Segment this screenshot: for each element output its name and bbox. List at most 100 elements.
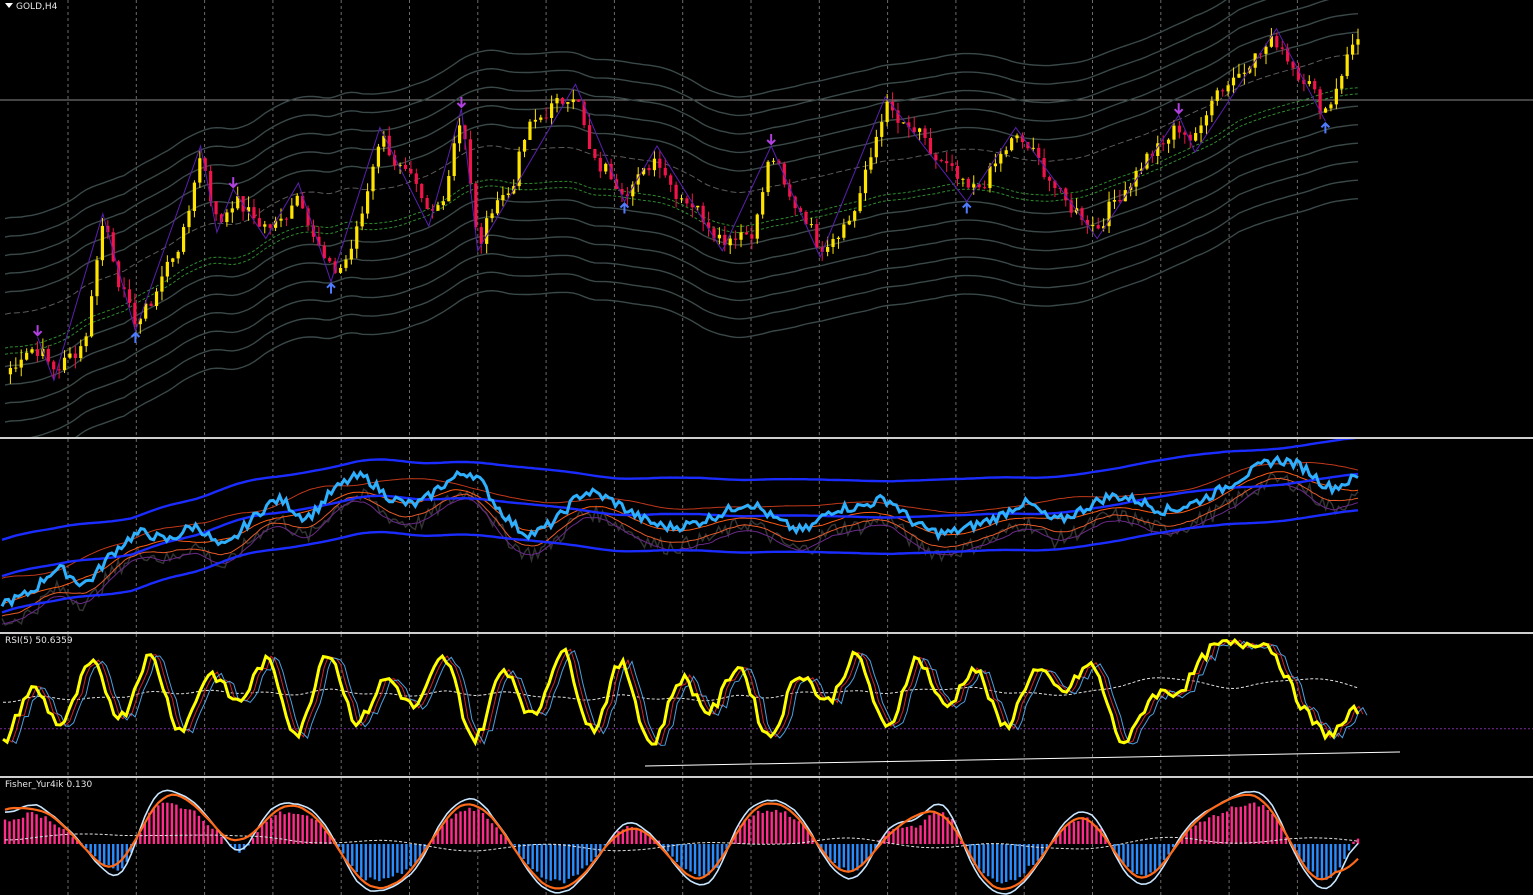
candle-body xyxy=(447,176,451,202)
fisher-bar-positive xyxy=(1271,813,1274,844)
fisher-bar-positive xyxy=(310,818,313,844)
candle-body xyxy=(366,191,370,214)
candle-body xyxy=(230,208,234,213)
candle-body xyxy=(734,238,738,240)
candle-body xyxy=(214,201,218,215)
candle-body xyxy=(685,198,689,204)
fisher-bar-negative xyxy=(1018,844,1021,878)
candle-body xyxy=(604,163,608,172)
price-pane[interactable]: GOLD,H4 xyxy=(0,0,1533,437)
envelope-band xyxy=(29,179,1359,437)
fisher-bar-negative xyxy=(590,844,593,862)
fisher-bar-positive xyxy=(495,827,498,844)
fisher-bar-negative xyxy=(405,844,408,870)
candle-body xyxy=(52,361,56,370)
fisher-bar-positive xyxy=(175,804,178,844)
candle-body xyxy=(290,205,294,219)
envelope-band xyxy=(4,0,1330,257)
candle-body xyxy=(176,251,180,259)
fisher-bar-negative xyxy=(540,844,543,878)
candle-body xyxy=(501,194,505,201)
candle-body xyxy=(555,98,559,104)
fisher-bar-negative xyxy=(364,844,367,881)
fisher-bar-positive xyxy=(66,831,70,844)
candle-body xyxy=(831,238,835,248)
candle-body xyxy=(836,237,841,239)
fisher-bar-positive xyxy=(1189,828,1193,844)
candle-body xyxy=(934,154,938,161)
fisher-bar-positive xyxy=(937,813,940,844)
fisher-bar-positive xyxy=(1284,837,1288,844)
candle-body xyxy=(19,359,23,368)
candle-body xyxy=(669,175,673,185)
fisher-bar-positive xyxy=(779,812,782,844)
candle-body xyxy=(674,184,678,199)
fisher-bar-positive xyxy=(481,812,485,844)
triangle-down-icon[interactable] xyxy=(5,3,13,8)
candle-body xyxy=(25,352,29,360)
fisher-bar-negative xyxy=(522,844,525,859)
fisher-bar-positive xyxy=(932,812,936,844)
candle-body xyxy=(999,154,1003,164)
fisher-bar-positive xyxy=(1194,825,1197,844)
candle-body xyxy=(755,214,759,239)
candle-body xyxy=(1350,44,1355,55)
candle-body xyxy=(73,353,77,359)
candle-body xyxy=(127,289,132,303)
candle-body xyxy=(1015,135,1019,139)
fisher-bar-negative xyxy=(554,844,557,880)
fisher-bar-positive xyxy=(765,810,769,844)
fisher-bar-positive xyxy=(188,809,192,844)
fisher-bar-positive xyxy=(928,815,931,844)
fisher-bar-positive xyxy=(923,819,927,844)
envelope-band xyxy=(4,124,1359,386)
fisher-bar-positive xyxy=(459,811,462,844)
candle-body xyxy=(295,195,299,206)
candle-body xyxy=(149,303,153,306)
fisher-bar-positive xyxy=(26,812,29,844)
candle-body xyxy=(1242,72,1246,74)
candle-body xyxy=(1194,133,1198,141)
candle-body xyxy=(349,248,353,260)
candle-body xyxy=(355,226,359,249)
fisher-bar-negative xyxy=(387,844,390,879)
candle-body xyxy=(966,178,970,188)
candle-body xyxy=(1356,39,1360,45)
fisher-bar-positive xyxy=(472,810,476,844)
candle-body xyxy=(1166,139,1171,144)
candle-body xyxy=(533,119,537,122)
blue-envelope xyxy=(1,509,1359,614)
symbol-label[interactable]: GOLD,H4 xyxy=(5,2,57,12)
fisher-bar-negative xyxy=(1000,844,1003,884)
oscillator-pane[interactable] xyxy=(0,439,1533,632)
fisher-bar-negative xyxy=(1347,844,1351,851)
candle-body xyxy=(593,148,597,158)
fisher-bar-negative xyxy=(1023,844,1026,874)
candle-body xyxy=(1091,225,1095,227)
candle-body xyxy=(1172,125,1176,140)
fisher-bar-positive xyxy=(1090,822,1094,844)
candle-body xyxy=(1096,225,1100,229)
candle-body xyxy=(198,158,202,183)
fisher-pane[interactable]: Fisher_Yur4ik 0.130 xyxy=(0,778,1533,895)
fisher-bar-positive xyxy=(274,815,277,844)
candle-body xyxy=(30,349,34,353)
fisher-bar-positive xyxy=(1230,806,1233,844)
candle-body xyxy=(360,213,364,227)
fisher-bar-positive xyxy=(1077,821,1080,844)
fisher-bar-negative xyxy=(1005,844,1008,882)
candle-body xyxy=(815,224,819,248)
fisher-bar-positive xyxy=(477,809,480,844)
price-chart[interactable] xyxy=(0,0,1533,437)
fisher-bar-negative xyxy=(549,844,552,881)
candle-body xyxy=(1210,100,1214,116)
candle-body xyxy=(1231,77,1236,86)
rsi-pane[interactable]: RSI(5) 50.6359 xyxy=(0,634,1533,776)
envelope-band xyxy=(4,105,1359,368)
fisher-bar-negative xyxy=(545,844,548,880)
fisher-bar-negative xyxy=(1131,844,1134,873)
fisher-bar-negative xyxy=(585,844,588,866)
fisher-bar-positive xyxy=(314,820,318,844)
candle-body xyxy=(257,218,261,227)
fisher-bar-positive xyxy=(1352,841,1355,844)
